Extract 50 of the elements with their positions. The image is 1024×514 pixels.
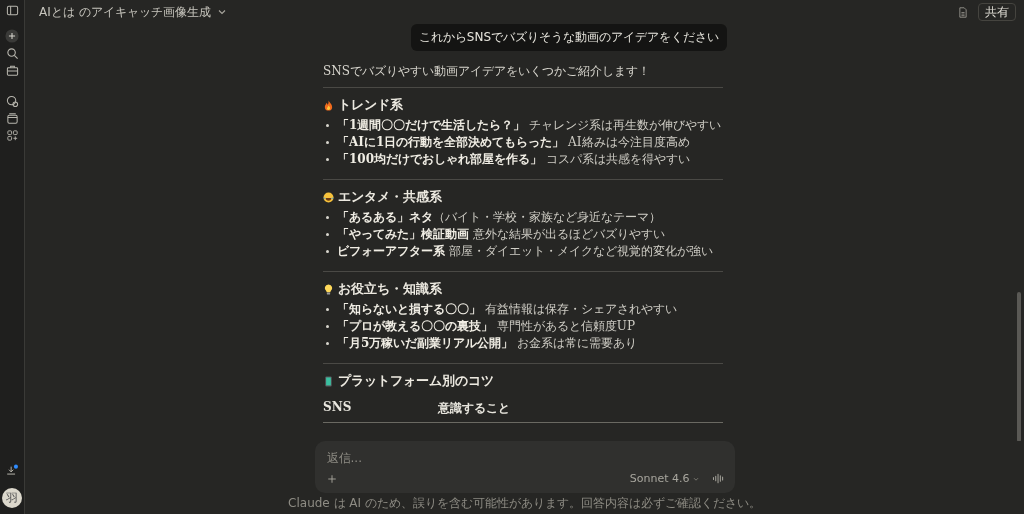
phone-icon xyxy=(323,375,334,387)
reply-input-field[interactable]: 返信... xyxy=(326,451,725,465)
folder-icon[interactable] xyxy=(5,112,19,125)
sidebar-toggle-icon[interactable] xyxy=(5,4,19,17)
search-icon[interactable] xyxy=(5,47,19,60)
share-button[interactable]: 共有 xyxy=(978,3,1016,21)
bullet-icon xyxy=(326,124,329,127)
idea-item: 「あるある」ネタ（バイト・学校・家族など身近なテーマ） xyxy=(337,209,661,226)
table-header-cell: 意識すること xyxy=(438,400,510,417)
bullet-icon xyxy=(326,216,329,219)
voice-icon[interactable] xyxy=(711,473,725,484)
idea-item: 「1週間〇〇だけで生活したら？」 チャレンジ系は再生数が伸びやすい xyxy=(337,117,722,134)
bullet-icon xyxy=(326,325,329,328)
disclaimer-text: Claude は AI のため、誤りを含む可能性があります。回答内容は必ずご確認ください。 xyxy=(288,495,761,512)
laughing-emoji-icon xyxy=(323,191,334,203)
section-heading: エンタメ・共感系 xyxy=(338,188,442,206)
scrollbar-thumb[interactable] xyxy=(1017,292,1021,441)
bullet-icon xyxy=(326,141,329,144)
bullet-icon xyxy=(326,233,329,236)
bullet-icon xyxy=(326,342,329,345)
response-intro: SNSでバズりやすい動画アイデアをいくつかご紹介します！ xyxy=(323,63,651,79)
new-chat-icon[interactable] xyxy=(5,29,19,43)
model-selector[interactable]: Sonnet 4.6 xyxy=(629,472,700,485)
apps-icon[interactable] xyxy=(5,129,19,142)
message-composer[interactable]: 返信... Sonnet 4.6 xyxy=(314,441,735,493)
idea-item: 「月5万稼いだ副業リアル公開」 お金系は常に需要あり xyxy=(337,335,638,352)
section-heading: トレンド系 xyxy=(338,96,403,114)
idea-item: ビフォーアフター系 部屋・ダイエット・メイクなど視覚的変化が強い xyxy=(337,243,713,260)
chat-bubbles-icon[interactable] xyxy=(5,95,19,108)
section-heading: お役立ち・知識系 xyxy=(338,280,442,298)
flame-icon xyxy=(323,99,334,111)
idea-item: 「AIに1日の行動を全部決めてもらった」 AI絡みは今注目度高め xyxy=(337,134,690,151)
section-heading: プラットフォーム別のコツ xyxy=(338,372,494,390)
chevron-down-icon[interactable] xyxy=(216,7,227,17)
bullet-icon xyxy=(326,308,329,311)
user-message: これからSNSでバズりそうな動画のアイデアをください xyxy=(410,24,727,51)
download-icon[interactable] xyxy=(5,464,19,478)
document-icon[interactable] xyxy=(958,6,968,18)
bullet-icon xyxy=(326,250,329,253)
idea-item: 「プロが教える〇〇の裏技」 専門性があると信頼度UP xyxy=(337,318,635,335)
idea-item: 「やってみた」検証動画 意外な結果が出るほどバズりやすい xyxy=(337,226,665,243)
light-bulb-icon xyxy=(323,283,334,295)
chat-title[interactable]: AIとは のアイキャッチ画像生成 xyxy=(39,3,211,21)
bullet-icon xyxy=(326,158,329,161)
briefcase-icon[interactable] xyxy=(5,64,19,77)
user-avatar[interactable]: 羽 xyxy=(2,488,22,508)
add-icon[interactable] xyxy=(326,473,337,484)
idea-item: 「100均だけでおしゃれ部屋を作る」 コスパ系は共感を得やすい xyxy=(337,151,690,168)
table-header-cell-text: SNS xyxy=(323,400,353,416)
idea-item: 「知らないと損する〇〇」 有益情報は保存・シェアされやすい xyxy=(337,301,677,318)
